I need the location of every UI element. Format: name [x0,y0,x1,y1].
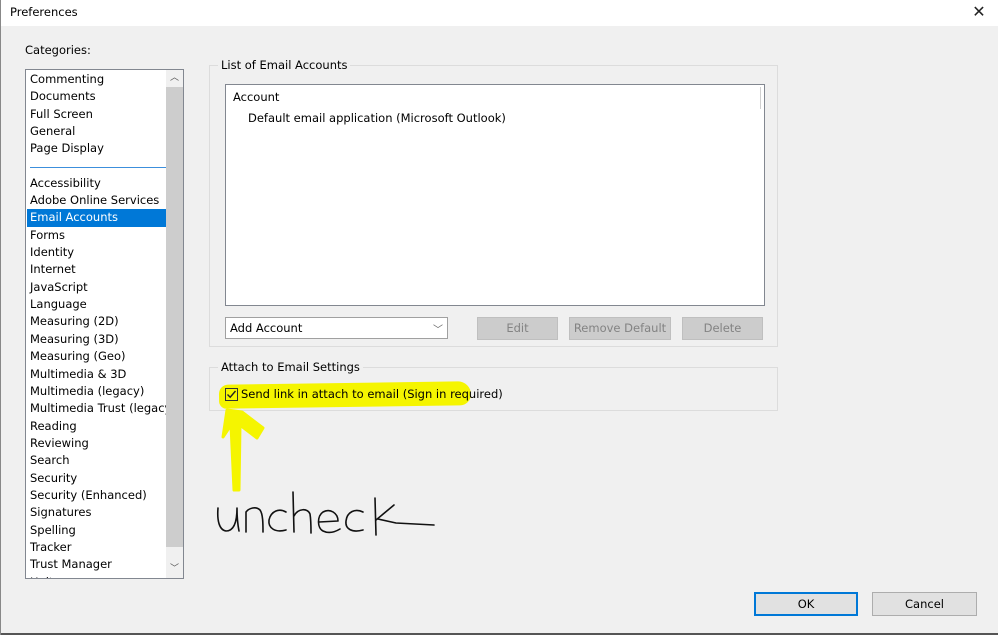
category-item-reviewing[interactable]: Reviewing [27,435,167,452]
attach-settings-group: Attach to Email Settings Send link in at… [209,360,778,411]
remove-default-button[interactable]: Remove Default [569,317,671,340]
add-account-dropdown[interactable]: Add Account ﹀ [225,317,448,339]
category-item-measuring-geo[interactable]: Measuring (Geo) [27,348,167,365]
categories-list[interactable]: Commenting Documents Full Screen General Pag… [25,69,184,579]
account-row[interactable]: Default email application (Microsoft Out… [248,111,506,125]
close-icon[interactable]: ✕ [967,2,991,24]
categories-scrollbar[interactable]: ︿ ﹀ [166,70,183,578]
category-item-forms[interactable]: Forms [27,227,167,244]
delete-button[interactable]: Delete [682,317,763,340]
send-link-label: Send link in attach to email (Sign in re… [241,387,503,401]
accounts-column-header: Account [233,90,280,104]
preferences-dialog: Preferences ✕ Categories: Commenting Docu… [0,0,998,635]
category-item-units[interactable]: Units [27,574,167,578]
category-item-tracker[interactable]: Tracker [27,539,167,556]
chevron-down-icon: ﹀ [433,325,443,336]
category-item-javascript[interactable]: JavaScript [27,279,167,296]
email-accounts-group-label: List of Email Accounts [218,58,351,72]
category-item-multimedia-legacy[interactable]: Multimedia (legacy) [27,383,167,400]
yellow-arrow-annotation [221,408,265,492]
category-item-general[interactable]: General [27,123,167,140]
add-account-value: Add Account [230,321,303,335]
window-title: Preferences [10,5,78,19]
category-item-commenting[interactable]: Commenting [27,71,167,88]
send-link-checkbox[interactable] [225,388,238,401]
ok-button[interactable]: OK [754,592,858,616]
uncheck-handwriting [216,491,435,536]
email-accounts-group: List of Email Accounts Account Default e… [209,58,778,347]
column-divider [760,87,761,109]
attach-settings-group-label: Attach to Email Settings [218,360,363,374]
category-item-adobe-online-services[interactable]: Adobe Online Services [27,192,167,209]
category-item-accessibility[interactable]: Accessibility [27,175,167,192]
category-item-reading[interactable]: Reading [27,418,167,435]
category-item-language[interactable]: Language [27,296,167,313]
title-bar: Preferences ✕ [1,0,998,26]
edit-button[interactable]: Edit [477,317,558,340]
category-item-full-screen[interactable]: Full Screen [27,106,167,123]
category-item-security-enhanced[interactable]: Security (Enhanced) [27,487,167,504]
accounts-list[interactable]: Account Default email application (Micro… [225,84,765,306]
scroll-thumb[interactable] [166,87,183,547]
category-item-identity[interactable]: Identity [27,244,167,261]
category-item-documents[interactable]: Documents [27,88,167,105]
category-item-internet[interactable]: Internet [27,261,167,278]
category-item-page-display[interactable]: Page Display [27,140,167,157]
categories-items: Commenting Documents Full Screen General Pag… [27,71,176,578]
checkmark-icon [227,390,237,399]
category-item-search[interactable]: Search [27,452,167,469]
category-item-measuring-3d[interactable]: Measuring (3D) [27,331,167,348]
category-item-security[interactable]: Security [27,470,167,487]
category-separator [27,158,167,175]
cancel-button[interactable]: Cancel [872,592,977,616]
category-item-measuring-2d[interactable]: Measuring (2D) [27,313,167,330]
categories-label: Categories: [25,43,91,57]
chevron-up-icon[interactable]: ︿ [166,70,183,87]
category-item-spelling[interactable]: Spelling [27,522,167,539]
category-item-multimedia-trust-legacy[interactable]: Multimedia Trust (legacy) [27,400,176,417]
category-item-trust-manager[interactable]: Trust Manager [27,556,167,573]
category-item-email-accounts[interactable]: Email Accounts [27,209,167,227]
category-item-multimedia-3d[interactable]: Multimedia & 3D [27,366,167,383]
chevron-down-icon[interactable]: ﹀ [166,561,183,578]
category-item-signatures[interactable]: Signatures [27,504,167,521]
